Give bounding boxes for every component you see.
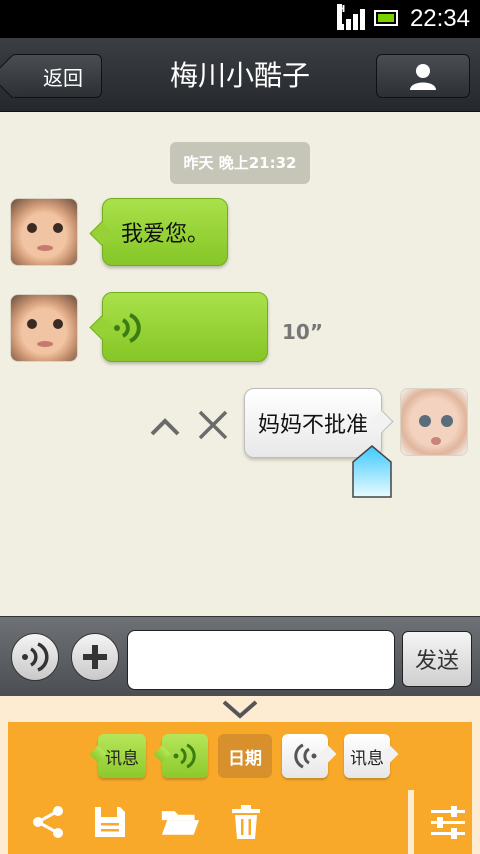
close-icon[interactable] (196, 408, 230, 442)
chat-header: 返回 梅川小酷子 (0, 38, 480, 112)
chip-date[interactable]: 日期 (218, 734, 272, 778)
voice-icon (114, 313, 141, 343)
voice-input-button[interactable] (11, 633, 59, 681)
back-button[interactable]: 返回 (10, 54, 102, 98)
panel-edge (472, 722, 480, 854)
status-time: 22:34 (409, 5, 470, 32)
panel-toggle[interactable] (0, 696, 480, 722)
toolbar-divider (408, 790, 414, 854)
voice-icon (22, 642, 49, 672)
share-button[interactable] (28, 802, 68, 842)
profile-button[interactable] (376, 54, 470, 98)
person-icon (410, 64, 436, 90)
open-folder-button[interactable] (160, 802, 200, 842)
settings-button[interactable] (428, 802, 468, 842)
send-button-label: 发送 (414, 649, 459, 674)
text-cursor-handle[interactable] (352, 444, 392, 498)
voice-left-icon (294, 743, 317, 769)
page-title: 梅川小酷子 (169, 59, 310, 92)
add-attachment-button[interactable] (71, 633, 119, 681)
battery-icon (374, 10, 398, 26)
settings-sliders-icon (431, 806, 465, 839)
send-button[interactable]: 发送 (402, 631, 472, 687)
message-text: 妈妈不批准 (257, 413, 368, 438)
signal-icon: H (335, 4, 365, 30)
chat-area[interactable]: 昨天 晚上21:32 我爱您。 10” 妈妈不批准 (0, 112, 480, 616)
chip-message-right-white[interactable]: 讯息 (344, 734, 390, 778)
message-bubble-received[interactable]: 我爱您。 (102, 198, 228, 266)
contact-avatar[interactable] (10, 294, 78, 362)
voice-duration: 10” (282, 320, 323, 344)
back-button-label: 返回 (43, 65, 83, 90)
message-input[interactable] (127, 630, 395, 690)
message-input-bar: 发送 (0, 616, 480, 696)
status-bar: H 22:34 (0, 0, 480, 38)
voice-message-bubble[interactable] (102, 292, 268, 362)
message-text: 我爱您。 (120, 222, 209, 247)
voice-icon (173, 743, 196, 769)
user-avatar[interactable] (400, 388, 468, 456)
chip-voice-white[interactable] (282, 734, 328, 778)
delete-button[interactable] (226, 802, 266, 842)
bubble-style-panel: 讯息 日期 讯息 (0, 722, 480, 854)
message-timestamp: 昨天 晚上21:32 (170, 142, 310, 184)
contact-avatar[interactable] (10, 198, 78, 266)
chip-message-left-green[interactable]: 讯息 (98, 734, 146, 778)
save-button[interactable] (90, 802, 130, 842)
chevron-up-icon[interactable] (150, 412, 180, 442)
trash-icon (232, 805, 260, 839)
folder-icon (161, 811, 200, 835)
chip-voice-green[interactable] (162, 734, 208, 778)
save-icon (95, 807, 125, 837)
share-icon (33, 806, 63, 838)
chevron-down-icon (222, 700, 258, 719)
panel-edge (0, 722, 8, 854)
plus-icon (83, 645, 107, 669)
